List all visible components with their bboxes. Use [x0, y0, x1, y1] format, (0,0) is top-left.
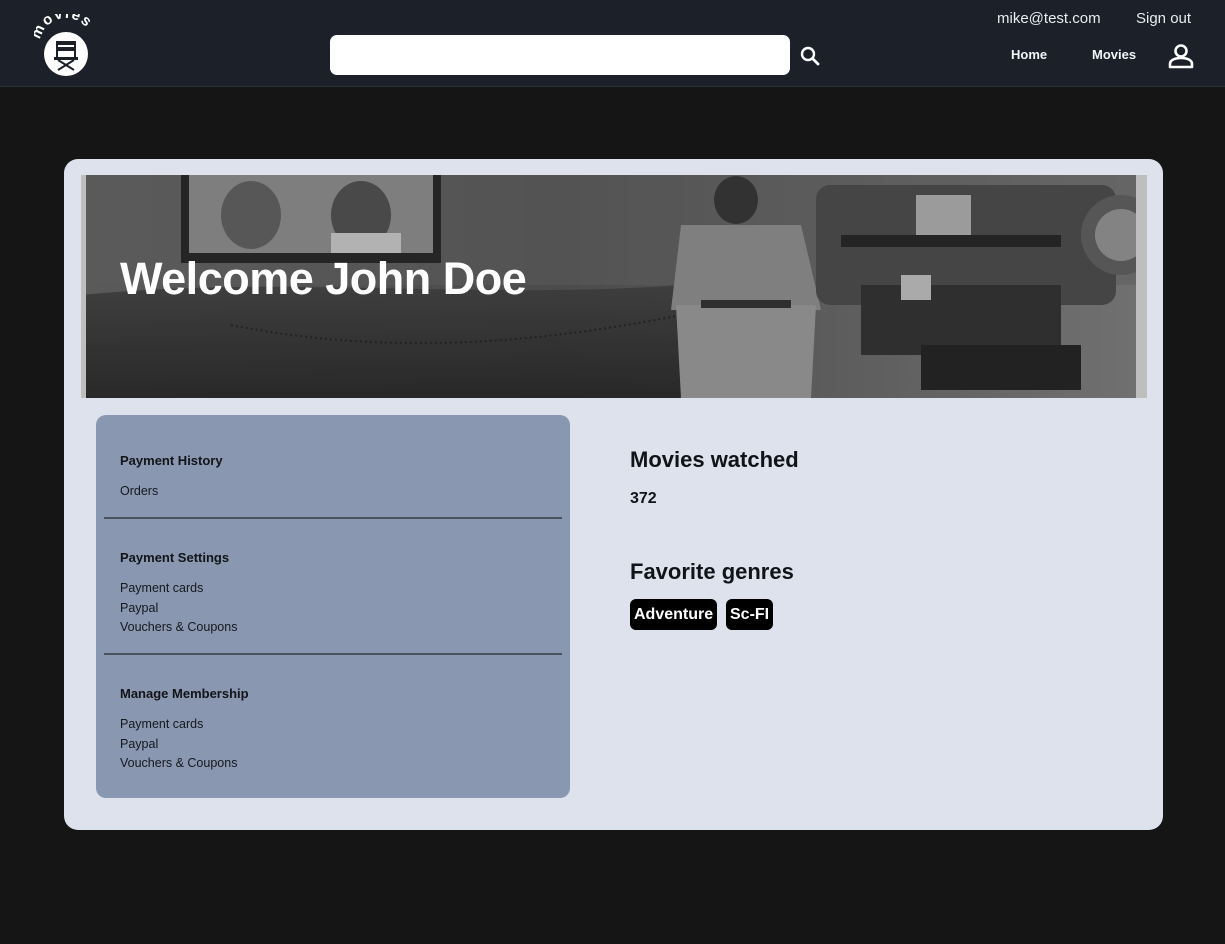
paypal-link[interactable]: Paypal — [120, 737, 158, 751]
profile-card: Welcome John Doe Payment History Orders … — [64, 159, 1163, 830]
sign-out-link[interactable]: Sign out — [1136, 10, 1191, 27]
section-heading: Manage Membership — [120, 686, 249, 701]
payment-cards-link[interactable]: Payment cards — [120, 581, 203, 595]
profile-button[interactable] — [1167, 42, 1195, 70]
person-icon — [1168, 44, 1194, 69]
movies-logo[interactable]: movies — [34, 14, 98, 80]
paypal-link[interactable]: Paypal — [120, 601, 158, 615]
account-menu: Payment History Orders Payment Settings … — [96, 415, 570, 798]
genre-chip-scifi[interactable]: Sc-FI — [726, 599, 774, 630]
vouchers-coupons-link[interactable]: Vouchers & Coupons — [120, 756, 237, 770]
top-navigation-bar: movies mike@test.com Sign out Home Movie… — [0, 0, 1225, 87]
favorite-genres-heading: Favorite genres — [630, 559, 794, 584]
payment-cards-link[interactable]: Payment cards — [120, 717, 203, 731]
vouchers-coupons-link[interactable]: Vouchers & Coupons — [120, 620, 237, 634]
search-box — [330, 35, 790, 75]
director-chair-icon: movies — [34, 14, 95, 76]
orders-link[interactable]: Orders — [120, 484, 158, 498]
search-button[interactable] — [798, 44, 822, 68]
section-divider — [104, 653, 562, 655]
movies-watched-heading: Movies watched — [630, 447, 799, 472]
welcome-title: Welcome John Doe — [120, 253, 527, 304]
nav-home-link[interactable]: Home — [1011, 47, 1047, 62]
search-input[interactable] — [330, 35, 790, 75]
nav-movies-link[interactable]: Movies — [1092, 47, 1136, 62]
section-heading: Payment History — [120, 453, 223, 468]
section-divider — [104, 517, 562, 519]
genre-chip-adventure[interactable]: Adventure — [630, 599, 718, 630]
movies-watched-count: 372 — [630, 490, 657, 507]
search-icon — [800, 46, 820, 66]
section-heading: Payment Settings — [120, 550, 230, 565]
account-email: mike@test.com — [997, 10, 1101, 27]
welcome-banner: Welcome John Doe — [81, 175, 1147, 398]
